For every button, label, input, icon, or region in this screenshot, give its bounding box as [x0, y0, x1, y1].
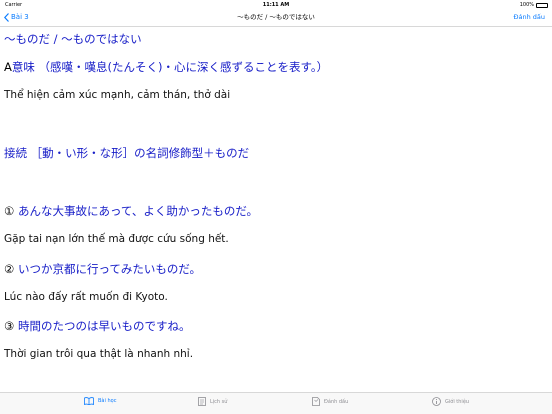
- example-1-number: ①: [4, 204, 15, 218]
- example-1-text: あんな大事故にあって、よく助かったものだ。: [17, 204, 258, 218]
- example-3-japanese: ③ 時間のたつのは早いものですね。: [4, 318, 190, 334]
- tab-history[interactable]: Lịch sử: [198, 397, 227, 406]
- example-2-translation: Lúc nào đấy rất muốn đi Kyoto.: [4, 291, 168, 303]
- example-3-translation: Thời gian trôi qua thật là nhanh nhỉ.: [4, 348, 194, 360]
- info-icon: [432, 397, 441, 406]
- back-button-label: Bài 3: [11, 13, 29, 21]
- status-time: 11:11 AM: [262, 2, 290, 8]
- example-2-number: ②: [4, 262, 15, 276]
- example-1-japanese: ① あんな大事故にあって、よく助かったものだ。: [4, 203, 258, 219]
- tab-lessons[interactable]: Bài học: [84, 397, 116, 405]
- lesson-content: 〜ものだ / 〜ものではない A意味 （感嘆・嘆息(たんそく)・心に深く感ずるこ…: [0, 27, 552, 367]
- meaning-line: A意味 （感嘆・嘆息(たんそく)・心に深く感ずることを表す。）: [4, 59, 328, 75]
- back-button[interactable]: Bài 3: [4, 12, 29, 23]
- tab-bookmarks[interactable]: Đánh dấu: [312, 397, 348, 406]
- tab-history-label: Lịch sử: [210, 398, 228, 405]
- book-icon: [84, 397, 94, 405]
- tab-bar: Bài học Lịch sử Đánh dấu Giới thiệu: [0, 392, 552, 414]
- meaning-label: A: [4, 60, 12, 74]
- example-2-text: いつか京都に行ってみたいものだ。: [17, 262, 202, 276]
- tab-lessons-label: Bài học: [98, 398, 117, 404]
- battery-icon: [536, 3, 548, 8]
- tab-bookmarks-label: Đánh dấu: [324, 398, 349, 405]
- example-1-translation: Gặp tai nạn lớn thế mà được cứu sống hết…: [4, 233, 229, 245]
- chevron-left-icon: [4, 13, 9, 22]
- example-3-number: ③: [4, 319, 15, 333]
- meaning-text: 意味 （感嘆・嘆息(たんそく)・心に深く感ずることを表す。）: [11, 60, 329, 74]
- tab-about[interactable]: Giới thiệu: [432, 397, 469, 406]
- meaning-translation: Thể hiện cảm xúc mạnh, cảm thán, thở dài: [4, 89, 231, 101]
- example-2-japanese: ② いつか京都に行ってみたいものだ。: [4, 261, 201, 277]
- navigation-bar: Bài 3 〜ものだ / 〜ものではない Đánh dấu: [0, 10, 552, 27]
- battery-percent: 100%: [519, 2, 534, 8]
- connection-line: 接続 ［動・い形・な形］の名詞修飾型＋ものだ: [4, 146, 250, 160]
- status-bar: Carrier 11:11 AM 100%: [0, 0, 552, 10]
- grammar-heading: 〜ものだ / 〜ものではない: [4, 32, 142, 46]
- tab-about-label: Giới thiệu: [445, 398, 470, 405]
- bookmark-icon: [312, 397, 320, 406]
- history-icon: [198, 397, 206, 406]
- example-3-text: 時間のたつのは早いものですね。: [17, 319, 191, 333]
- bookmark-button[interactable]: Đánh dấu: [513, 12, 545, 23]
- battery-indicator: 100%: [520, 3, 548, 8]
- page-title: 〜ものだ / 〜ものではない: [237, 13, 315, 21]
